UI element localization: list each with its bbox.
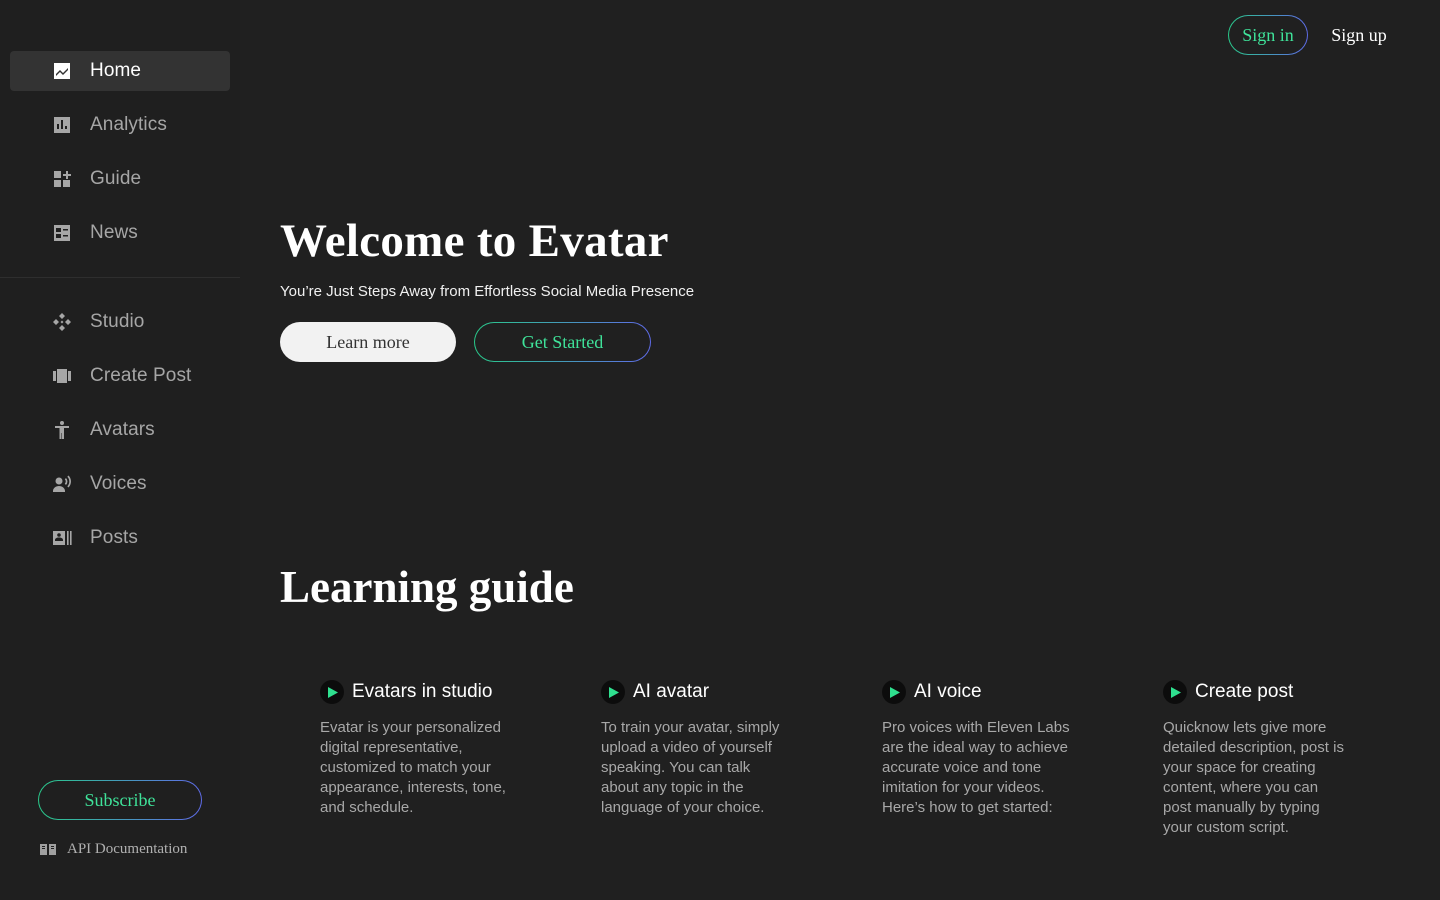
- learning-guide-title: Learning guide: [280, 562, 574, 612]
- sidebar-item-create-post[interactable]: Create Post: [10, 356, 230, 396]
- guide-card-ai-avatar: AI avatar To train your avatar, simply u…: [601, 680, 841, 818]
- subscribe-button[interactable]: Subscribe: [38, 780, 202, 820]
- api-documentation-link[interactable]: API Documentation: [40, 838, 187, 860]
- sidebar-item-label: Avatars: [90, 419, 155, 440]
- guide-card-description: To train your avatar, simply upload a vi…: [601, 719, 780, 816]
- posts-icon: [51, 527, 73, 549]
- sign-in-button[interactable]: Sign in: [1228, 15, 1308, 55]
- play-icon[interactable]: [1163, 680, 1187, 704]
- hero-subtitle: You’re Just Steps Away from Effortless S…: [280, 283, 695, 300]
- page-title: Welcome to Evatar: [280, 215, 669, 267]
- studio-icon: [51, 311, 73, 333]
- guide-card-title: Create post: [1195, 681, 1294, 702]
- sidebar-item-analytics[interactable]: Analytics: [10, 105, 230, 145]
- carousel-icon: [51, 365, 73, 387]
- guide-card-create-post: Create post Quicknow lets give more deta…: [1163, 680, 1403, 838]
- sidebar-item-guide[interactable]: Guide: [10, 159, 230, 199]
- get-started-button[interactable]: Get Started: [474, 322, 651, 362]
- grid-plus-icon: [51, 168, 73, 190]
- guide-card-evatars-in-studio: Evatars in studio Evatar is your persona…: [320, 680, 560, 818]
- news-icon: [51, 222, 73, 244]
- guide-card-description: Pro voices with Eleven Labs are the idea…: [882, 719, 1070, 816]
- guide-card-description: Evatar is your personalized digital repr…: [320, 719, 506, 816]
- sidebar-item-avatars[interactable]: Avatars: [10, 410, 230, 450]
- guide-card-header[interactable]: Create post: [1163, 680, 1403, 704]
- guide-card-header[interactable]: AI voice: [882, 680, 1122, 704]
- sidebar-item-news[interactable]: News: [10, 213, 230, 253]
- play-icon[interactable]: [601, 680, 625, 704]
- learn-more-button[interactable]: Learn more: [280, 322, 456, 362]
- sidebar-item-label: Voices: [90, 473, 147, 494]
- api-documentation-label: API Documentation: [67, 840, 188, 857]
- sidebar-item-label: Posts: [90, 527, 139, 548]
- sidebar-item-voices[interactable]: Voices: [10, 464, 230, 504]
- sidebar-item-home[interactable]: Home: [10, 51, 230, 91]
- bar-chart-icon: [51, 114, 73, 136]
- guide-card-title: Evatars in studio: [352, 681, 493, 702]
- play-icon[interactable]: [882, 680, 906, 704]
- sidebar-item-label: Guide: [90, 168, 142, 189]
- guide-card-description: Quicknow lets give more detailed descrip…: [1163, 719, 1344, 836]
- guide-card-header[interactable]: AI avatar: [601, 680, 841, 704]
- person-icon: [51, 419, 73, 441]
- sidebar-item-label: Create Post: [90, 365, 192, 386]
- guide-card-ai-voice: AI voice Pro voices with Eleven Labs are…: [882, 680, 1122, 818]
- sidebar: Home Analytics Guide News Studio Create …: [0, 0, 240, 900]
- voice-icon: [51, 473, 73, 495]
- sidebar-item-label: Studio: [90, 311, 145, 332]
- home-chart-icon: [51, 60, 73, 82]
- book-icon: [40, 842, 58, 856]
- sidebar-item-studio[interactable]: Studio: [10, 302, 230, 342]
- guide-card-title: AI voice: [914, 681, 982, 702]
- play-icon[interactable]: [320, 680, 344, 704]
- sidebar-divider: [0, 277, 240, 278]
- guide-card-header[interactable]: Evatars in studio: [320, 680, 560, 704]
- sidebar-item-posts[interactable]: Posts: [10, 518, 230, 558]
- sign-up-link[interactable]: Sign up: [1324, 22, 1394, 48]
- sidebar-item-label: Analytics: [90, 114, 167, 135]
- sidebar-item-label: News: [90, 222, 138, 243]
- sidebar-item-label: Home: [90, 60, 142, 81]
- guide-card-title: AI avatar: [633, 681, 710, 702]
